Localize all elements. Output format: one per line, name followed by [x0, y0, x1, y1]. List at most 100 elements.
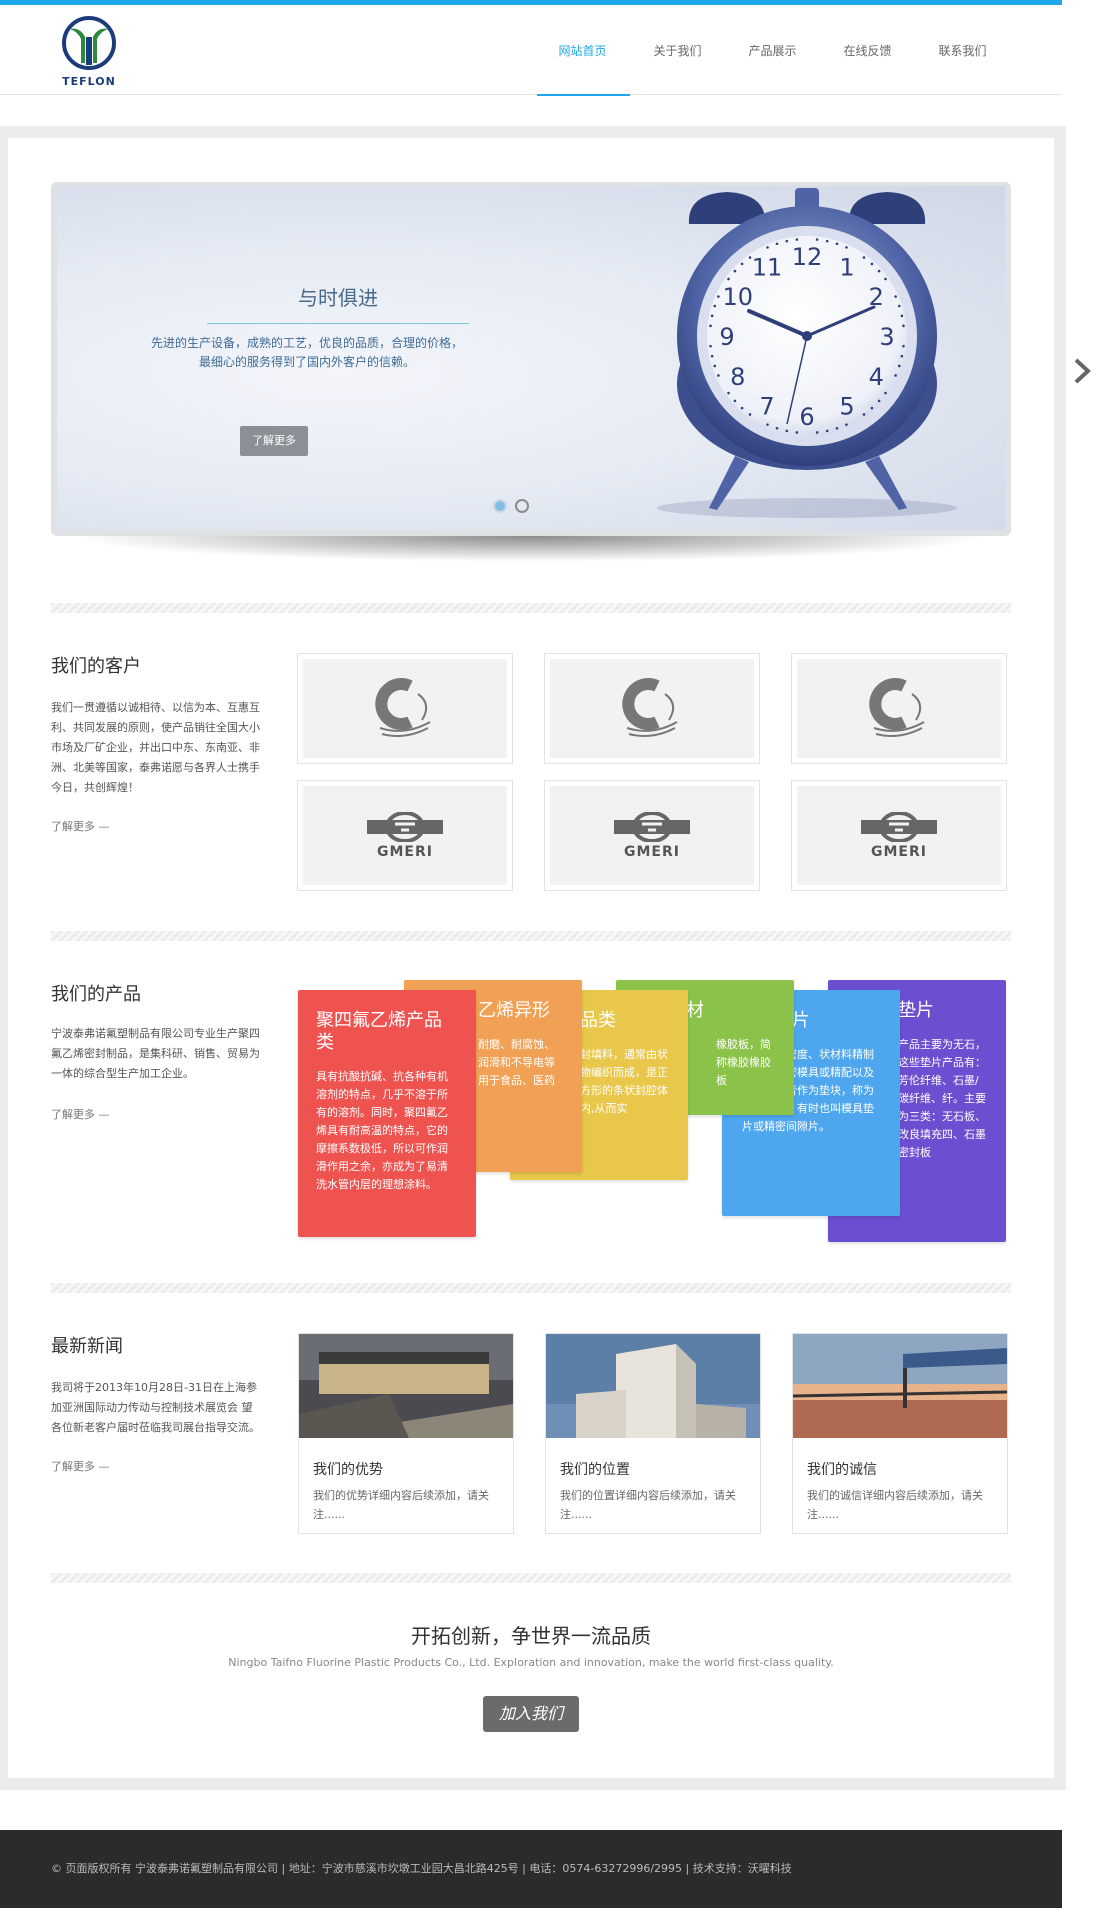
client-logo-c-icon [869, 677, 925, 737]
gmeri-logo-text: GMERI [624, 843, 680, 860]
clock-number: 11 [752, 254, 783, 282]
news-image [299, 1334, 513, 1438]
clock-number: 6 [799, 403, 814, 431]
clock-tick [709, 344, 712, 348]
nav-item-home[interactable]: 网站首页 [535, 5, 630, 96]
clock-tick [862, 256, 866, 259]
section-divider [51, 1573, 1011, 1583]
header: TEFLON 网站首页 关于我们 产品展示 在线反馈 联系我们 [0, 5, 1062, 96]
clock-tick [733, 399, 737, 403]
clock-tick [710, 314, 714, 318]
clock-tick [766, 423, 769, 426]
news-item-text: 我们的诚信详细内容后续添加，请关注...... [807, 1489, 983, 1521]
clock-tick [713, 364, 717, 368]
products-title: 我们的产品 [51, 984, 141, 1005]
client-logo-card[interactable]: GMERI [544, 780, 760, 891]
clients-more-link[interactable]: 了解更多 — [51, 818, 110, 834]
slider-pagination [493, 499, 529, 513]
cta-subtitle: Ningbo Taifno Fluorine Plastic Products … [228, 1656, 834, 1669]
clock-tick [902, 344, 905, 348]
slider-dot-2[interactable] [515, 499, 529, 513]
clock-tick [815, 238, 819, 241]
nav-item-contact[interactable]: 联系我们 [915, 5, 1010, 95]
clock-tick [795, 238, 799, 241]
product-card-title: 聚四氟乙烯产品类 [316, 1010, 442, 1053]
clock-number: 1 [839, 254, 854, 282]
news-card[interactable]: 我们的诚信 我们的诚信详细内容后续添加，请关注...... [792, 1333, 1008, 1534]
client-logo-card[interactable] [544, 653, 760, 764]
client-logo-card[interactable] [297, 653, 513, 764]
client-logo-card[interactable] [791, 653, 1007, 764]
client-logo-card[interactable]: GMERI [297, 780, 513, 891]
clock-tick [748, 256, 752, 259]
gmeri-logo-text: GMERI [377, 843, 433, 860]
news-more-link[interactable]: 了解更多 — [51, 1458, 110, 1474]
clock-tick [835, 426, 839, 430]
clock-tick [775, 242, 779, 246]
news-item-title: 我们的诚信 [807, 1462, 877, 1478]
clock-tick [775, 426, 779, 430]
news-item-text: 我们的优势详细内容后续添加，请关注...... [313, 1489, 489, 1521]
client-logo-c-icon [375, 677, 431, 737]
clock-tick [900, 314, 904, 318]
clock-tick [710, 354, 714, 358]
clock-tick [785, 239, 789, 243]
news-image [792, 1334, 1008, 1438]
chevron-right-icon[interactable] [1070, 356, 1094, 386]
clock-tick [897, 364, 901, 368]
clock-tick [748, 413, 752, 416]
join-us-button[interactable]: 加入我们 [483, 1696, 579, 1732]
clock-tick [877, 269, 881, 273]
clock-tick [709, 324, 712, 328]
main-nav: 网站首页 关于我们 产品展示 在线反馈 联系我们 [535, 5, 1010, 96]
clock-tick [870, 262, 874, 266]
clock-tick [713, 304, 717, 308]
clock-tick [897, 304, 901, 308]
clock-tick [894, 374, 897, 377]
clock-tick [717, 295, 720, 298]
slider-dot-1[interactable] [493, 499, 507, 513]
cta-title: 开拓创新，争世界一流品质 [411, 1624, 651, 1648]
clock-tick [884, 391, 887, 395]
products-more-link[interactable]: 了解更多 — [51, 1106, 110, 1122]
nav-item-feedback[interactable]: 在线反馈 [820, 5, 915, 95]
clock-tick [785, 429, 789, 433]
clock-tick [825, 429, 829, 433]
clock-tick [900, 354, 904, 358]
product-card[interactable]: 聚四氟乙烯产品类 具有抗酸抗碱、抗各种有机溶剂的特点，几乎不溶于所有的溶剂。同时… [298, 990, 476, 1237]
clock-number: 12 [792, 243, 823, 271]
logo-icon [62, 16, 116, 70]
clock-tick [766, 246, 769, 249]
news-item-title: 我们的优势 [313, 1462, 383, 1478]
nav-item-products[interactable]: 产品展示 [725, 5, 820, 95]
footer: © 页面版权所有 宁波泰弗诺氟塑制品有限公司 | 地址：宁波市慈溪市坎墩工业园大… [0, 1830, 1062, 1908]
news-card[interactable]: 我们的位置 我们的位置详细内容后续添加，请关注...... [545, 1333, 761, 1534]
news-card[interactable]: 我们的优势 我们的优势详细内容后续添加，请关注...... [298, 1333, 514, 1534]
clock-tick [845, 246, 848, 249]
slide-title: 与时俱进 [207, 282, 469, 324]
section-divider [51, 931, 1011, 941]
news-item-text: 我们的位置详细内容后续添加，请关注...... [560, 1489, 736, 1521]
clock-tick [795, 431, 799, 434]
hero-slider: 与时俱进 先进的生产设备，成熟的工艺，优良的品质，合理的价格，最细心的服务得到了… [57, 186, 1005, 530]
clock-tick [727, 277, 730, 281]
news-text: 我司将于2013年10月28日-31日在上海参加亚洲国际动力传动与控制技术展览会… [51, 1381, 260, 1434]
clients-title: 我们的客户 [51, 656, 141, 677]
logo-text: TEFLON [62, 75, 116, 88]
clock-number: 8 [730, 363, 745, 391]
clock-tick [845, 423, 848, 426]
slider-shadow [70, 536, 992, 562]
footer-text: © 页面版权所有 宁波泰弗诺氟塑制品有限公司 | 地址：宁波市慈溪市坎墩工业园大… [51, 1862, 792, 1875]
clock-tick [733, 269, 737, 273]
clock-tick [835, 242, 839, 246]
logo[interactable]: TEFLON [56, 15, 122, 91]
clock-tick [884, 277, 887, 281]
slide-more-button[interactable]: 了解更多 [240, 426, 308, 456]
nav-item-about[interactable]: 关于我们 [630, 5, 725, 95]
gmeri-logo-icon [861, 811, 937, 842]
news-image [546, 1334, 760, 1438]
clock-tick [717, 374, 720, 377]
clock-number: 3 [879, 323, 894, 351]
clock-number: 4 [869, 363, 884, 391]
client-logo-card[interactable]: GMERI [791, 780, 1007, 891]
